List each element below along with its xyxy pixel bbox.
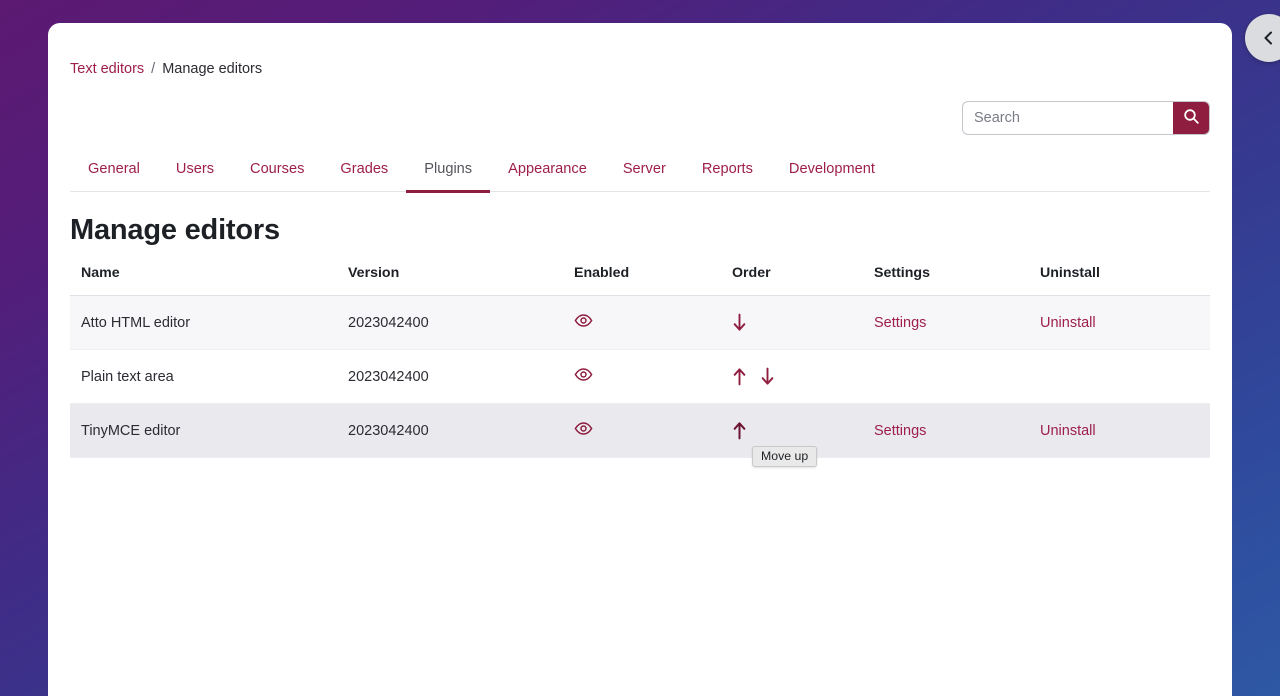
cell-enabled bbox=[574, 295, 732, 350]
arrow-down-icon[interactable] bbox=[760, 367, 775, 386]
column-header-order: Order bbox=[732, 265, 874, 296]
cell-enabled bbox=[574, 349, 732, 404]
column-header-enabled: Enabled bbox=[574, 265, 732, 296]
settings-link[interactable]: Settings bbox=[874, 315, 926, 331]
table-body: Atto HTML editor 2023042400 Settings Uni… bbox=[70, 295, 1210, 458]
cell-plugin-name: TinyMCE editor bbox=[70, 403, 348, 458]
table-header-row: Name Version Enabled Order Settings Unin… bbox=[70, 265, 1210, 296]
breadcrumb: Text editors / Manage editors bbox=[70, 23, 1210, 79]
cell-order bbox=[732, 349, 874, 404]
arrow-up-icon[interactable] bbox=[732, 421, 747, 440]
eye-icon[interactable] bbox=[574, 419, 593, 438]
tab-reports[interactable]: Reports bbox=[684, 151, 771, 191]
tab-users[interactable]: Users bbox=[158, 151, 232, 191]
search-row bbox=[70, 101, 1210, 135]
editors-table: Name Version Enabled Order Settings Unin… bbox=[70, 265, 1210, 458]
arrow-down-icon[interactable] bbox=[732, 313, 747, 332]
tab-grades[interactable]: Grades bbox=[322, 151, 406, 191]
cell-uninstall: Uninstall bbox=[1040, 295, 1210, 350]
cell-plugin-version: 2023042400 bbox=[348, 403, 574, 458]
table-row[interactable]: TinyMCE editor 2023042400 Settings Unins… bbox=[70, 403, 1210, 458]
arrow-up-icon[interactable] bbox=[732, 367, 747, 386]
search-icon bbox=[1183, 108, 1200, 128]
breadcrumb-parent-link[interactable]: Text editors bbox=[70, 59, 144, 79]
column-header-name: Name bbox=[70, 265, 348, 296]
cell-plugin-version: 2023042400 bbox=[348, 295, 574, 350]
search-submit-button[interactable] bbox=[1173, 102, 1209, 134]
cell-plugin-version: 2023042400 bbox=[348, 349, 574, 404]
order-controls bbox=[732, 367, 874, 386]
tab-appearance[interactable]: Appearance bbox=[490, 151, 605, 191]
column-header-version: Version bbox=[348, 265, 574, 296]
eye-icon[interactable] bbox=[574, 311, 593, 330]
tab-general[interactable]: General bbox=[70, 151, 158, 191]
tab-plugins[interactable]: Plugins bbox=[406, 151, 490, 193]
cell-order bbox=[732, 295, 874, 350]
settings-link[interactable]: Settings bbox=[874, 423, 926, 439]
cell-uninstall bbox=[1040, 349, 1210, 404]
cell-uninstall: Uninstall bbox=[1040, 403, 1210, 458]
tab-server[interactable]: Server bbox=[605, 151, 684, 191]
table-row[interactable]: Atto HTML editor 2023042400 Settings Uni… bbox=[70, 295, 1210, 350]
uninstall-link[interactable]: Uninstall bbox=[1040, 315, 1096, 331]
cell-settings: Settings bbox=[874, 295, 1040, 350]
uninstall-link[interactable]: Uninstall bbox=[1040, 423, 1096, 439]
eye-icon[interactable] bbox=[574, 365, 593, 384]
cell-enabled bbox=[574, 403, 732, 458]
page-card: Text editors / Manage editors G bbox=[48, 23, 1232, 696]
search-box bbox=[962, 101, 1210, 135]
breadcrumb-separator: / bbox=[151, 61, 156, 77]
search-input[interactable] bbox=[963, 102, 1173, 134]
breadcrumb-current: Manage editors bbox=[162, 61, 263, 77]
tab-development[interactable]: Development bbox=[771, 151, 893, 191]
cell-settings bbox=[874, 349, 1040, 404]
cell-settings: Settings bbox=[874, 403, 1040, 458]
tab-courses[interactable]: Courses bbox=[232, 151, 322, 191]
cell-plugin-name: Plain text area bbox=[70, 349, 348, 404]
order-controls bbox=[732, 313, 874, 332]
order-controls bbox=[732, 421, 874, 440]
page-title: Manage editors bbox=[70, 214, 280, 246]
table-head: Name Version Enabled Order Settings Unin… bbox=[70, 265, 1210, 296]
column-header-uninstall: Uninstall bbox=[1040, 265, 1210, 296]
column-header-settings: Settings bbox=[874, 265, 1040, 296]
table-row[interactable]: Plain text area 2023042400 bbox=[70, 349, 1210, 404]
settings-tabs: General Users Courses Grades Plugins App… bbox=[70, 151, 1210, 193]
cell-plugin-name: Atto HTML editor bbox=[70, 295, 348, 350]
chevron-left-icon bbox=[1261, 30, 1277, 46]
cell-order bbox=[732, 403, 874, 458]
